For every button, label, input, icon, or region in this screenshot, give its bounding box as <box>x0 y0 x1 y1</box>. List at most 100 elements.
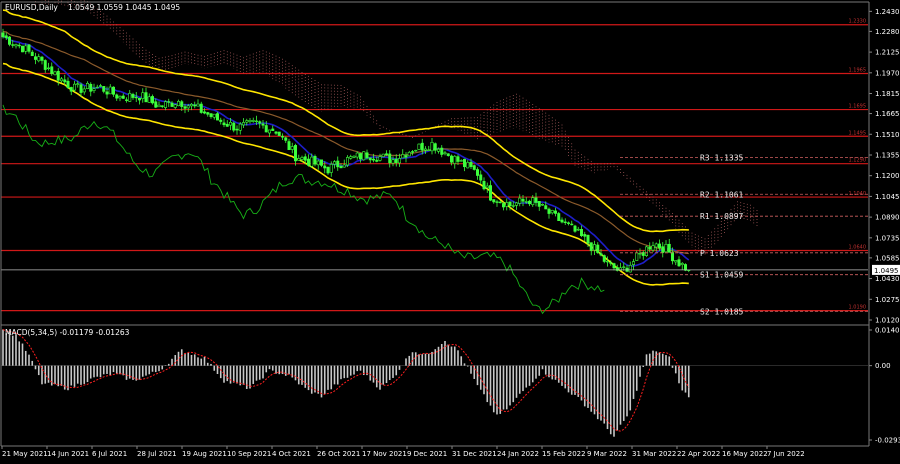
candle-body <box>284 137 288 141</box>
candle-body <box>280 136 284 138</box>
level-tag: 1.1290 <box>849 158 867 164</box>
x-tick-label: 22 Apr 2022 <box>677 450 720 458</box>
candle-body <box>293 145 297 162</box>
candle-body <box>131 94 135 98</box>
y-tick-label: 1.1355 <box>875 151 900 159</box>
candle-body <box>310 156 314 167</box>
y-tick-label: 1.0430 <box>875 275 900 283</box>
y-tick-label: 1.1200 <box>875 172 900 180</box>
candle-body <box>352 155 356 158</box>
candle-body <box>599 253 603 256</box>
candle-body <box>180 101 184 107</box>
x-tick-label: 14 Jun 2021 <box>47 450 89 458</box>
candle-body <box>196 103 200 107</box>
x-tick-label: 28 Jul 2021 <box>137 450 177 458</box>
candle-body <box>177 101 181 107</box>
candle-body <box>540 204 544 206</box>
candle-body <box>8 36 12 45</box>
candle-body <box>232 122 236 131</box>
candle-body <box>79 84 83 93</box>
main-chart-title: EURUSD,Daily <box>5 3 58 12</box>
y-tick-label: 1.0120 <box>875 317 900 325</box>
candle-body <box>547 208 551 214</box>
candle-body <box>154 101 158 108</box>
candle-body <box>654 243 658 248</box>
y-tick-label: 1.0735 <box>875 234 900 242</box>
y-tick-label: 1.0275 <box>875 296 900 304</box>
candle-body <box>446 153 450 156</box>
candle-body <box>17 44 21 47</box>
candle-body <box>105 91 109 95</box>
macd-y-tick-label: 0.01406 <box>875 327 900 335</box>
candle-body <box>190 103 194 107</box>
candle-body <box>521 198 525 202</box>
candle-body <box>112 86 116 95</box>
x-tick-label: 6 Jul 2021 <box>92 450 127 458</box>
candle-body <box>46 67 50 70</box>
candle-body <box>667 243 671 253</box>
y-tick-label: 1.1665 <box>875 110 900 118</box>
pivot-label: R2 1.1061 <box>700 190 744 199</box>
pivot-label: S2 1.0185 <box>700 307 744 316</box>
candle-body <box>362 151 366 161</box>
candle-body <box>462 158 466 168</box>
y-tick-label: 1.1815 <box>875 90 900 98</box>
candle-body <box>609 262 613 264</box>
candle-body <box>138 97 142 101</box>
pivot-label: R3 1.1335 <box>700 154 744 163</box>
candle-body <box>313 155 317 165</box>
candle-body <box>76 83 80 85</box>
candle-body <box>524 201 528 203</box>
candle-body <box>683 264 687 271</box>
candle-body <box>612 263 616 269</box>
candle-body <box>118 96 122 99</box>
candle-body <box>59 78 63 82</box>
candle-body <box>401 154 405 159</box>
candle-body <box>384 153 388 155</box>
candle-body <box>264 125 268 133</box>
candle-body <box>449 155 453 163</box>
x-tick-label: 9 Mar 2022 <box>587 450 627 458</box>
candle-body <box>248 120 252 122</box>
candle-body <box>511 205 515 207</box>
candle-body <box>596 244 600 253</box>
candle-body <box>648 246 652 250</box>
macd-title: MACD(5,34,5) -0.01179 -0.01263 <box>5 328 130 337</box>
candle-body <box>436 148 440 152</box>
candle-body <box>290 146 294 150</box>
ohlc-readout: 1.0549 1.0559 1.0445 1.0495 <box>68 3 180 12</box>
candle-body <box>358 153 362 160</box>
candle-body <box>261 123 265 126</box>
level-tag: 1.2330 <box>849 19 867 25</box>
candle-body <box>267 129 271 134</box>
candle-body <box>147 96 151 103</box>
candle-body <box>167 101 171 103</box>
x-tick-label: 7 Jun 2022 <box>767 450 805 458</box>
y-tick-label: 1.2280 <box>875 28 900 36</box>
candle-body <box>670 252 674 262</box>
candle-body <box>134 96 138 99</box>
candle-body <box>674 260 678 263</box>
candle-body <box>235 128 239 131</box>
candle-body <box>397 158 401 164</box>
candle-body <box>89 83 93 92</box>
level-tag: 1.0640 <box>849 245 867 251</box>
chart-svg: 1.23301.19651.16951.14951.12901.10401.06… <box>0 0 900 460</box>
candle-body <box>664 243 668 253</box>
candle-body <box>326 167 330 174</box>
candle-body <box>206 112 210 115</box>
candle-body <box>501 203 505 208</box>
candle-body <box>518 197 522 204</box>
candle-body <box>66 80 70 88</box>
candle-body <box>371 158 375 161</box>
candle-body <box>381 153 385 157</box>
candle-body <box>86 83 90 89</box>
candle-body <box>391 159 395 164</box>
candle-body <box>245 120 249 123</box>
candle-body <box>433 143 437 151</box>
candle-body <box>638 252 642 255</box>
candle-body <box>498 201 502 204</box>
candle-body <box>488 185 492 201</box>
candle-body <box>657 243 661 249</box>
candle-body <box>514 202 518 206</box>
